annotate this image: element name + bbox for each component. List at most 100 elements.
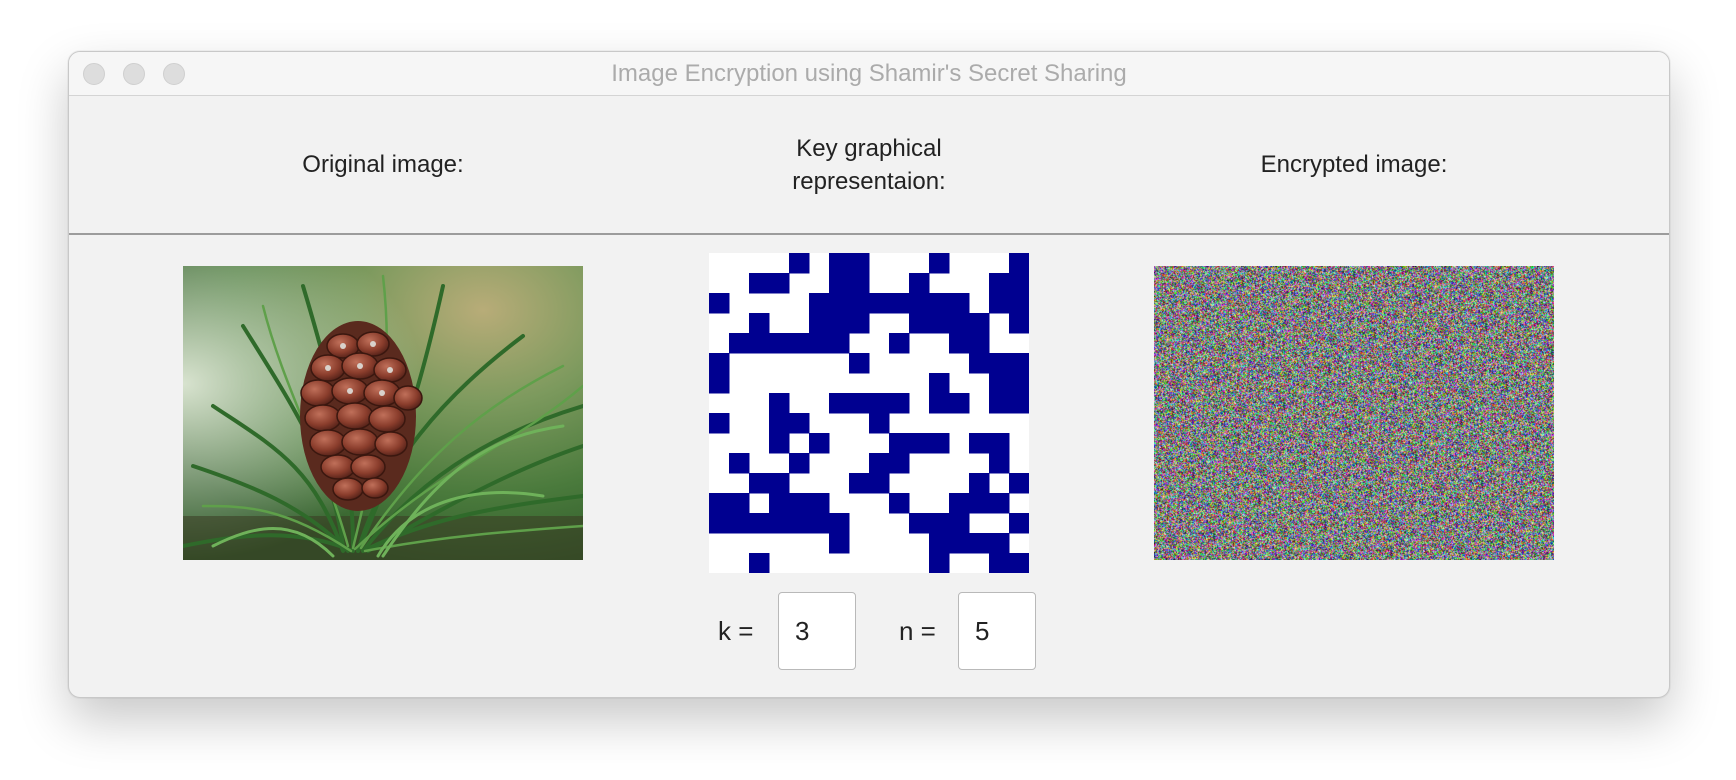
key-cell bbox=[809, 333, 830, 354]
key-cell bbox=[709, 493, 730, 514]
key-cell bbox=[929, 293, 950, 314]
key-cell bbox=[949, 333, 970, 354]
key-cell bbox=[929, 313, 950, 334]
key-cell bbox=[989, 273, 1010, 294]
key-cell bbox=[849, 313, 870, 334]
key-cell bbox=[909, 433, 930, 454]
key-cell bbox=[1009, 353, 1029, 374]
key-cell bbox=[1009, 293, 1029, 314]
key-cell bbox=[949, 513, 970, 534]
key-cell bbox=[969, 313, 990, 334]
key-cell bbox=[729, 493, 750, 514]
key-cell bbox=[889, 393, 910, 414]
key-cell bbox=[829, 313, 850, 334]
key-cell bbox=[949, 393, 970, 414]
key-cell bbox=[829, 513, 850, 534]
key-cell bbox=[1009, 393, 1029, 414]
key-cell bbox=[929, 253, 950, 274]
key-cell bbox=[909, 313, 930, 334]
key-cell bbox=[989, 493, 1010, 514]
key-cell bbox=[769, 413, 790, 434]
key-cell bbox=[869, 473, 890, 494]
key-cell bbox=[969, 353, 990, 374]
key-cell bbox=[769, 433, 790, 454]
key-graphical-label: Key graphical representaion: bbox=[669, 96, 1069, 233]
key-graphical-representation bbox=[709, 253, 1029, 573]
key-cell bbox=[809, 293, 830, 314]
key-cell bbox=[709, 513, 730, 534]
key-cell bbox=[709, 293, 730, 314]
column-header: Original image: Key graphical representa… bbox=[69, 96, 1669, 235]
key-cell bbox=[769, 333, 790, 354]
key-cell bbox=[989, 293, 1010, 314]
key-label-line-2: representaion: bbox=[792, 167, 946, 195]
key-cell bbox=[789, 493, 810, 514]
title-bar: Image Encryption using Shamir's Secret S… bbox=[69, 52, 1669, 96]
key-cell bbox=[809, 493, 830, 514]
key-cell bbox=[1009, 273, 1029, 294]
encrypted-image bbox=[1154, 266, 1554, 560]
key-cell bbox=[1009, 373, 1029, 394]
key-cell bbox=[909, 273, 930, 294]
key-cell bbox=[789, 253, 810, 274]
key-cell bbox=[929, 553, 950, 573]
key-cell bbox=[729, 453, 750, 474]
app-window: Image Encryption using Shamir's Secret S… bbox=[68, 51, 1670, 698]
key-cell bbox=[869, 293, 890, 314]
key-cell bbox=[869, 393, 890, 414]
key-cell bbox=[809, 433, 830, 454]
key-cell bbox=[969, 333, 990, 354]
key-cell bbox=[949, 493, 970, 514]
key-cell bbox=[769, 273, 790, 294]
key-cell bbox=[749, 553, 770, 573]
key-cell bbox=[789, 413, 810, 434]
key-cell bbox=[829, 393, 850, 414]
key-cell bbox=[829, 533, 850, 554]
key-cell bbox=[849, 293, 870, 314]
key-cell bbox=[1009, 313, 1029, 334]
key-cell bbox=[989, 373, 1010, 394]
key-cell bbox=[969, 533, 990, 554]
key-cell bbox=[929, 393, 950, 414]
key-cell bbox=[789, 333, 810, 354]
key-cell bbox=[809, 513, 830, 534]
key-cell bbox=[909, 513, 930, 534]
window-title: Image Encryption using Shamir's Secret S… bbox=[611, 60, 1127, 87]
key-cell bbox=[849, 473, 870, 494]
key-cell bbox=[989, 533, 1010, 554]
key-cell bbox=[789, 513, 810, 534]
key-cell bbox=[1009, 513, 1029, 534]
n-input[interactable] bbox=[958, 592, 1036, 670]
key-cell bbox=[949, 533, 970, 554]
key-cell bbox=[909, 293, 930, 314]
key-label-line-1: Key graphical bbox=[796, 134, 942, 162]
key-cell bbox=[849, 393, 870, 414]
k-label: k = bbox=[718, 616, 754, 646]
original-image-label: Original image: bbox=[302, 151, 464, 178]
n-label: n = bbox=[899, 616, 936, 646]
key-cell bbox=[989, 353, 1010, 374]
key-cell bbox=[969, 493, 990, 514]
key-cell bbox=[929, 533, 950, 554]
key-cell bbox=[749, 273, 770, 294]
key-cell bbox=[729, 513, 750, 534]
key-cell bbox=[889, 433, 910, 454]
key-cell bbox=[869, 413, 890, 434]
key-cell bbox=[749, 473, 770, 494]
key-cell bbox=[989, 453, 1010, 474]
key-cell bbox=[829, 333, 850, 354]
key-cell bbox=[769, 393, 790, 414]
key-cell bbox=[889, 493, 910, 514]
key-cell bbox=[749, 313, 770, 334]
key-cell bbox=[709, 413, 730, 434]
key-cell bbox=[929, 433, 950, 454]
key-cell bbox=[949, 313, 970, 334]
key-cell bbox=[789, 453, 810, 474]
key-cell bbox=[889, 333, 910, 354]
key-cell bbox=[1009, 253, 1029, 274]
k-input[interactable] bbox=[778, 592, 856, 670]
key-cell bbox=[749, 333, 770, 354]
key-cell bbox=[989, 433, 1010, 454]
key-cell bbox=[709, 373, 730, 394]
key-cell bbox=[729, 333, 750, 354]
